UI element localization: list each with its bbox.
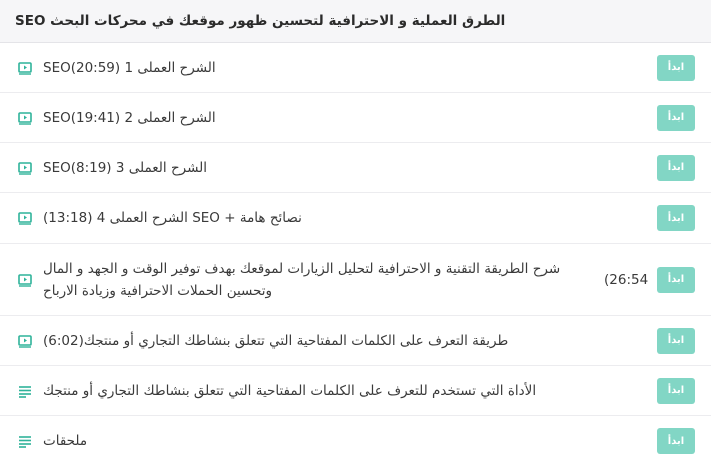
lecture-item[interactable]: الأداة التي تستخدم للتعرف على الكلمات ال… — [0, 366, 711, 416]
lecture-title: طريقة التعرف على الكلمات المفتاحية التي … — [43, 332, 509, 349]
lecture-item[interactable]: الشرح العملى 2 SEO(19:41) ابدأ — [0, 93, 711, 143]
start-button[interactable]: ابدأ — [657, 327, 695, 354]
start-button[interactable]: ابدأ — [657, 104, 695, 131]
video-play-icon — [18, 334, 32, 348]
lecture-title: الأداة التي تستخدم للتعرف على الكلمات ال… — [43, 382, 537, 399]
video-play-icon — [18, 212, 32, 225]
lecture-title: ملحقات — [43, 433, 88, 449]
text-lines-icon — [19, 385, 31, 398]
video-play-icon — [18, 61, 32, 75]
text-lines-icon — [19, 436, 31, 448]
lecture-item[interactable]: الشرح العملى 3 SEO(8:19) ابدأ — [0, 143, 711, 193]
video-play-icon — [18, 161, 32, 175]
start-button[interactable]: ابدأ — [657, 377, 695, 404]
course-section: SEO الطرق العملية و الاحترافية لتحسين ظه… — [0, 0, 711, 462]
lecture-item[interactable]: نصائح هامة + SEO الشرح العملى 4 (13:18) … — [0, 193, 711, 244]
lecture-item[interactable]: طريقة التعرف على الكلمات المفتاحية التي … — [0, 316, 711, 366]
section-title: SEO الطرق العملية و الاحترافية لتحسين ظه… — [15, 13, 506, 29]
start-button[interactable]: ابدأ — [657, 266, 695, 293]
lecture-item[interactable]: ملحقات ابدأ — [0, 416, 711, 466]
start-button[interactable]: ابدأ — [657, 54, 695, 81]
lecture-title: الشرح العملى 3 SEO(8:19) — [43, 159, 208, 176]
lecture-title: شرح الطريقة التقنية و الاحترافية لتحليل … — [43, 260, 561, 299]
lecture-title: نصائح هامة + SEO الشرح العملى 4 (13:18) — [43, 210, 302, 226]
lecture-duration: (26:54 — [604, 271, 649, 288]
lecture-title: الشرح العملى 1 SEO(20:59) — [43, 59, 216, 76]
lecture-title: الشرح العملى 2 SEO(19:41) — [43, 109, 216, 126]
start-button[interactable]: ابدأ — [657, 205, 695, 231]
video-play-icon — [18, 111, 32, 125]
lecture-item[interactable]: شرح الطريقة التقنية و الاحترافية لتحليل … — [0, 244, 711, 316]
start-button[interactable]: ابدأ — [657, 154, 695, 181]
start-button[interactable]: ابدأ — [657, 428, 695, 454]
section-header: SEO الطرق العملية و الاحترافية لتحسين ظه… — [0, 0, 711, 43]
lecture-item[interactable]: الشرح العملى 1 SEO(20:59) ابدأ — [0, 43, 711, 93]
video-play-icon — [18, 273, 32, 287]
